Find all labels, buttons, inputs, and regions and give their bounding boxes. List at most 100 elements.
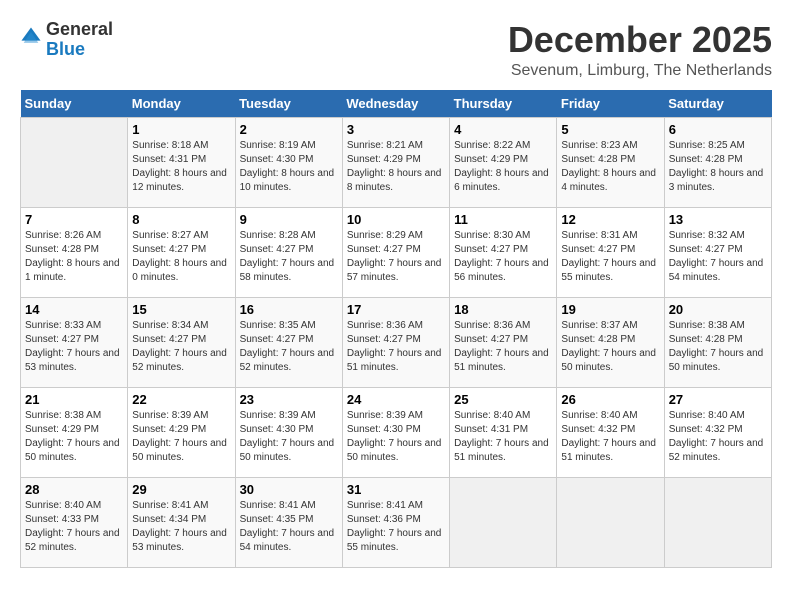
day-number: 4 — [454, 122, 552, 137]
day-info: Sunrise: 8:28 AMSunset: 4:27 PMDaylight:… — [240, 229, 338, 285]
calendar-cell: 28 Sunrise: 8:40 AMSunset: 4:33 PMDayligh… — [21, 477, 128, 567]
week-row-2: 7Sunrise: 8:26 AMSunset: 4:28 PMDaylight… — [21, 207, 772, 297]
calendar-cell: 17 Sunrise: 8:36 AMSunset: 4:27 PMDayligh… — [342, 297, 449, 387]
week-row-5: 28 Sunrise: 8:40 AMSunset: 4:33 PMDayligh… — [21, 477, 772, 567]
day-number: 6 — [669, 122, 767, 137]
calendar-cell: 6 Sunrise: 8:25 AMSunset: 4:28 PMDaylight… — [664, 117, 771, 207]
calendar-cell: 8Sunrise: 8:27 AMSunset: 4:27 PMDaylight… — [128, 207, 235, 297]
calendar-cell: 10 Sunrise: 8:29 AMSunset: 4:27 PMDayligh… — [342, 207, 449, 297]
day-info: Sunrise: 8:38 AMSunset: 4:29 PMDaylight:… — [25, 409, 123, 465]
calendar-cell: 27 Sunrise: 8:40 AMSunset: 4:32 PMDayligh… — [664, 387, 771, 477]
day-number: 3 — [347, 122, 445, 137]
logo-icon — [20, 26, 42, 48]
logo-general-text: General — [46, 20, 113, 40]
day-info: Sunrise: 8:23 AMSunset: 4:28 PMDaylight:… — [561, 139, 659, 195]
week-row-1: 1 Sunrise: 8:18 AMSunset: 4:31 PMDaylight… — [21, 117, 772, 207]
calendar-cell: 22Sunrise: 8:39 AMSunset: 4:29 PMDayligh… — [128, 387, 235, 477]
day-info: Sunrise: 8:22 AMSunset: 4:29 PMDaylight:… — [454, 139, 552, 195]
title-block: December 2025 Sevenum, Limburg, The Neth… — [508, 20, 772, 80]
day-number: 28 — [25, 482, 123, 497]
page-header: General Blue December 2025 Sevenum, Limb… — [20, 20, 772, 80]
day-info: Sunrise: 8:30 AMSunset: 4:27 PMDaylight:… — [454, 229, 552, 285]
day-number: 23 — [240, 392, 338, 407]
month-title: December 2025 — [508, 20, 772, 60]
day-number: 13 — [669, 212, 767, 227]
calendar-cell: 1 Sunrise: 8:18 AMSunset: 4:31 PMDaylight… — [128, 117, 235, 207]
day-info: Sunrise: 8:29 AMSunset: 4:27 PMDaylight:… — [347, 229, 445, 285]
day-number: 30 — [240, 482, 338, 497]
day-info: Sunrise: 8:39 AMSunset: 4:30 PMDaylight:… — [240, 409, 338, 465]
week-row-4: 21 Sunrise: 8:38 AMSunset: 4:29 PMDayligh… — [21, 387, 772, 477]
day-header-friday: Friday — [557, 90, 664, 118]
day-number: 25 — [454, 392, 552, 407]
day-header-wednesday: Wednesday — [342, 90, 449, 118]
days-header-row: SundayMondayTuesdayWednesdayThursdayFrid… — [21, 90, 772, 118]
calendar-cell: 14 Sunrise: 8:33 AMSunset: 4:27 PMDayligh… — [21, 297, 128, 387]
calendar-cell: 2 Sunrise: 8:19 AMSunset: 4:30 PMDaylight… — [235, 117, 342, 207]
day-number: 20 — [669, 302, 767, 317]
day-header-thursday: Thursday — [450, 90, 557, 118]
calendar-cell: 30Sunrise: 8:41 AMSunset: 4:35 PMDayligh… — [235, 477, 342, 567]
calendar-cell: 23 Sunrise: 8:39 AMSunset: 4:30 PMDayligh… — [235, 387, 342, 477]
calendar-cell: 3Sunrise: 8:21 AMSunset: 4:29 PMDaylight… — [342, 117, 449, 207]
day-number: 12 — [561, 212, 659, 227]
day-info: Sunrise: 8:31 AMSunset: 4:27 PMDaylight:… — [561, 229, 659, 285]
day-info: Sunrise: 8:36 AMSunset: 4:27 PMDaylight:… — [347, 319, 445, 375]
day-info: Sunrise: 8:35 AMSunset: 4:27 PMDaylight:… — [240, 319, 338, 375]
day-number: 29 — [132, 482, 230, 497]
day-number: 17 — [347, 302, 445, 317]
day-info: Sunrise: 8:40 AMSunset: 4:33 PMDaylight:… — [25, 499, 123, 555]
day-info: Sunrise: 8:33 AMSunset: 4:27 PMDaylight:… — [25, 319, 123, 375]
calendar-cell — [21, 117, 128, 207]
day-info: Sunrise: 8:26 AMSunset: 4:28 PMDaylight:… — [25, 229, 123, 285]
week-row-3: 14 Sunrise: 8:33 AMSunset: 4:27 PMDayligh… — [21, 297, 772, 387]
day-info: Sunrise: 8:25 AMSunset: 4:28 PMDaylight:… — [669, 139, 767, 195]
day-info: Sunrise: 8:40 AMSunset: 4:32 PMDaylight:… — [669, 409, 767, 465]
location-title: Sevenum, Limburg, The Netherlands — [508, 62, 772, 80]
day-number: 8 — [132, 212, 230, 227]
calendar-cell: 16Sunrise: 8:35 AMSunset: 4:27 PMDayligh… — [235, 297, 342, 387]
calendar-cell — [450, 477, 557, 567]
day-number: 2 — [240, 122, 338, 137]
calendar-table: SundayMondayTuesdayWednesdayThursdayFrid… — [20, 90, 772, 568]
day-number: 1 — [132, 122, 230, 137]
day-info: Sunrise: 8:36 AMSunset: 4:27 PMDaylight:… — [454, 319, 552, 375]
calendar-cell: 29 Sunrise: 8:41 AMSunset: 4:34 PMDayligh… — [128, 477, 235, 567]
logo: General Blue — [20, 20, 113, 60]
day-number: 18 — [454, 302, 552, 317]
calendar-cell: 11 Sunrise: 8:30 AMSunset: 4:27 PMDayligh… — [450, 207, 557, 297]
day-info: Sunrise: 8:19 AMSunset: 4:30 PMDaylight:… — [240, 139, 338, 195]
logo-blue-text: Blue — [46, 40, 113, 60]
day-info: Sunrise: 8:40 AMSunset: 4:32 PMDaylight:… — [561, 409, 659, 465]
day-number: 5 — [561, 122, 659, 137]
day-info: Sunrise: 8:37 AMSunset: 4:28 PMDaylight:… — [561, 319, 659, 375]
day-number: 31 — [347, 482, 445, 497]
calendar-cell: 19Sunrise: 8:37 AMSunset: 4:28 PMDayligh… — [557, 297, 664, 387]
day-header-tuesday: Tuesday — [235, 90, 342, 118]
calendar-cell: 7Sunrise: 8:26 AMSunset: 4:28 PMDaylight… — [21, 207, 128, 297]
calendar-cell: 5 Sunrise: 8:23 AMSunset: 4:28 PMDaylight… — [557, 117, 664, 207]
day-info: Sunrise: 8:41 AMSunset: 4:34 PMDaylight:… — [132, 499, 230, 555]
day-info: Sunrise: 8:18 AMSunset: 4:31 PMDaylight:… — [132, 139, 230, 195]
day-number: 22 — [132, 392, 230, 407]
day-info: Sunrise: 8:40 AMSunset: 4:31 PMDaylight:… — [454, 409, 552, 465]
calendar-cell: 13Sunrise: 8:32 AMSunset: 4:27 PMDayligh… — [664, 207, 771, 297]
day-number: 24 — [347, 392, 445, 407]
day-number: 27 — [669, 392, 767, 407]
day-number: 10 — [347, 212, 445, 227]
calendar-cell: 15Sunrise: 8:34 AMSunset: 4:27 PMDayligh… — [128, 297, 235, 387]
calendar-cell: 9 Sunrise: 8:28 AMSunset: 4:27 PMDaylight… — [235, 207, 342, 297]
day-info: Sunrise: 8:41 AMSunset: 4:36 PMDaylight:… — [347, 499, 445, 555]
day-number: 21 — [25, 392, 123, 407]
calendar-cell: 21 Sunrise: 8:38 AMSunset: 4:29 PMDayligh… — [21, 387, 128, 477]
day-number: 9 — [240, 212, 338, 227]
day-info: Sunrise: 8:38 AMSunset: 4:28 PMDaylight:… — [669, 319, 767, 375]
day-number: 11 — [454, 212, 552, 227]
day-header-saturday: Saturday — [664, 90, 771, 118]
day-number: 14 — [25, 302, 123, 317]
calendar-cell: 24Sunrise: 8:39 AMSunset: 4:30 PMDayligh… — [342, 387, 449, 477]
calendar-cell — [664, 477, 771, 567]
day-header-monday: Monday — [128, 90, 235, 118]
day-header-sunday: Sunday — [21, 90, 128, 118]
day-number: 15 — [132, 302, 230, 317]
